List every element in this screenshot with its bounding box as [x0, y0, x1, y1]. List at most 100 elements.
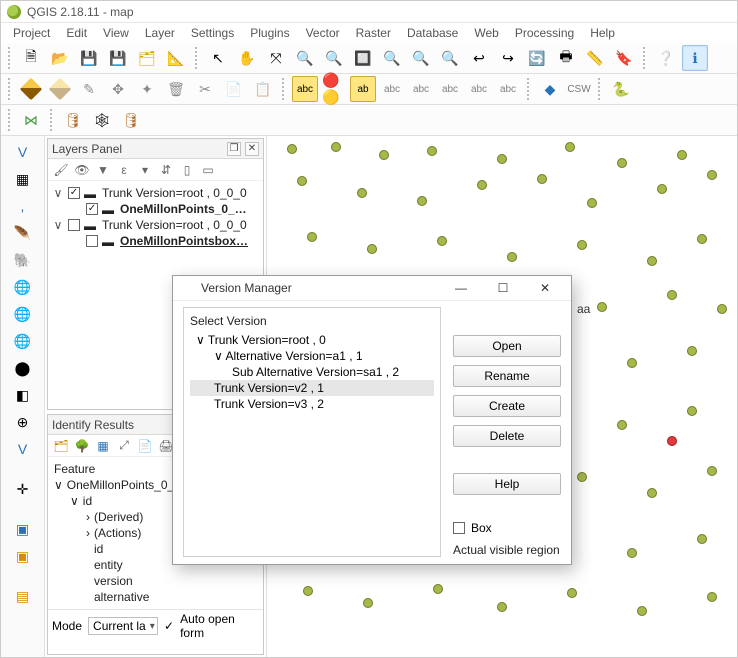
edit-toggle-icon[interactable] — [18, 76, 44, 102]
expand-icon[interactable]: › — [86, 510, 90, 524]
version-tree-row[interactable]: Trunk Version=v2 , 1 — [190, 380, 434, 396]
version-tree-row[interactable]: ∨ Trunk Version=root , 0 — [190, 332, 434, 348]
add-wms-icon[interactable]: 🌐 — [11, 275, 35, 299]
layer-tree-row[interactable]: ∨✓▬Trunk Version=root , 0_0_0 — [52, 185, 259, 201]
label-tool-icon[interactable]: abc — [379, 76, 405, 102]
filter-icon[interactable]: 👁 — [73, 161, 91, 179]
close-icon[interactable]: ✕ — [527, 276, 563, 300]
zoom-full-icon[interactable]: 🔍 — [379, 45, 405, 71]
delete-selected-icon[interactable]: 🗑 — [163, 76, 189, 102]
layer-visibility-checkbox[interactable]: ✓ — [86, 203, 98, 215]
move-feature-icon[interactable]: ✥ — [105, 76, 131, 102]
collapse-icon[interactable]: ∨ — [70, 494, 79, 508]
new-layer-icon[interactable]: 🗂 — [134, 45, 160, 71]
toolbar-grip-icon[interactable] — [527, 78, 531, 100]
label-tool3-icon[interactable]: abc — [437, 76, 463, 102]
add-spatialite-icon[interactable]: 🪶 — [11, 221, 35, 245]
layer-visibility-checkbox[interactable]: ✓ — [68, 187, 80, 199]
csw-icon[interactable]: CSW — [566, 76, 592, 102]
add-virtual-icon[interactable]: ⊕ — [11, 410, 35, 434]
rename-button[interactable]: Rename — [453, 365, 561, 387]
new-shapefile-icon[interactable]: V — [11, 437, 35, 461]
tree-graph-icon[interactable]: 🕸 — [89, 107, 115, 133]
open-button[interactable]: Open — [453, 335, 561, 357]
copy-icon[interactable]: 📄 — [221, 76, 247, 102]
label-tool2-icon[interactable]: abc — [408, 76, 434, 102]
mode-combobox[interactable]: Current la ▾ — [88, 617, 158, 635]
box-checkbox[interactable] — [453, 522, 465, 534]
toolbar-grip-icon[interactable] — [8, 78, 12, 100]
paste-icon[interactable]: 📋 — [250, 76, 276, 102]
menu-plugins[interactable]: Plugins — [244, 24, 295, 42]
plugin3-icon[interactable]: ▤ — [11, 584, 35, 608]
layer-tree-row[interactable]: ✓▬OneMillonPoints_0_… — [52, 201, 259, 217]
identify-actions[interactable]: (Actions) — [94, 526, 141, 540]
toolbar-grip-icon[interactable] — [195, 47, 199, 69]
identify-root[interactable]: OneMillonPoints_0_… — [67, 478, 186, 492]
bowtie-icon[interactable]: ⋈ — [18, 107, 44, 133]
delete-button[interactable]: Delete — [453, 425, 561, 447]
toolbar-grip-icon[interactable] — [643, 47, 647, 69]
collapse-icon[interactable]: ▯ — [178, 161, 196, 179]
python-console-icon[interactable]: 🐍 — [608, 76, 634, 102]
add-wfs-icon[interactable]: 🌐 — [11, 329, 35, 353]
print-icon[interactable]: 🖶 — [553, 45, 579, 71]
color-wheel-icon[interactable]: 🔴🟡 — [321, 76, 347, 102]
add-csv-icon[interactable]: , — [11, 194, 35, 218]
toolbar-grip-icon[interactable] — [50, 109, 54, 131]
db-sync-icon[interactable]: 🛢 — [118, 107, 144, 133]
menu-project[interactable]: Project — [7, 24, 56, 42]
node-tool-icon[interactable]: ✦ — [134, 76, 160, 102]
version-tree[interactable]: ∨ Trunk Version=root , 0∨ Alternative Ve… — [190, 332, 434, 412]
help-button[interactable]: Help — [453, 473, 561, 495]
version-tree-row[interactable]: Trunk Version=v3 , 2 — [190, 396, 434, 412]
open-project-icon[interactable]: 📂 — [47, 45, 73, 71]
refresh-icon[interactable]: 🔄 — [524, 45, 550, 71]
filter-legend-icon[interactable]: ▼ — [94, 161, 112, 179]
label-abc2-icon[interactable]: ab — [350, 76, 376, 102]
toolbar-grip-icon[interactable] — [598, 78, 602, 100]
db-icon[interactable]: 🛢 — [60, 107, 86, 133]
toolbar-grip-icon[interactable] — [282, 78, 286, 100]
add-mssql-icon[interactable]: ⬤ — [11, 356, 35, 380]
id-tool4-icon[interactable]: ⤢ — [115, 437, 133, 455]
add-raster-icon[interactable]: ▦ — [11, 167, 35, 191]
pointer-icon[interactable]: ↖ — [205, 45, 231, 71]
help-icon[interactable]: ❔ — [653, 45, 679, 71]
id-tool1-icon[interactable]: 🗂 — [52, 437, 70, 455]
zoom-native-icon[interactable]: 🔲 — [350, 45, 376, 71]
filter2-icon[interactable]: ⇵ — [157, 161, 175, 179]
expression-icon[interactable]: ε — [115, 161, 133, 179]
zoom-next-icon[interactable]: ↪ — [495, 45, 521, 71]
identify-field-row[interactable]: version — [54, 573, 257, 589]
undock-icon[interactable]: ❐ — [227, 142, 241, 156]
identify-field-row[interactable]: alternative — [54, 589, 257, 605]
zoom-out-icon[interactable]: 🔍 — [321, 45, 347, 71]
id-tool2-icon[interactable]: 🌳 — [73, 437, 91, 455]
toolbar-grip-icon[interactable] — [8, 47, 12, 69]
pan-icon[interactable]: ✋ — [234, 45, 260, 71]
layer-tree-row[interactable]: ∨▬Trunk Version=root , 0_0_0 — [52, 217, 259, 233]
cut-icon[interactable]: ✂ — [192, 76, 218, 102]
layer-visibility-checkbox[interactable] — [68, 219, 80, 231]
bookmark-icon[interactable]: 🔖 — [611, 45, 637, 71]
version-tree-row[interactable]: Sub Alternative Version=sa1 , 2 — [190, 364, 434, 380]
menu-processing[interactable]: Processing — [509, 24, 580, 42]
menu-layer[interactable]: Layer — [139, 24, 181, 42]
menu-help[interactable]: Help — [584, 24, 621, 42]
new-project-icon[interactable]: 🗎 — [18, 45, 44, 71]
menu-settings[interactable]: Settings — [185, 24, 240, 42]
toolbar-grip-icon[interactable] — [8, 109, 12, 131]
layers-tree[interactable]: ∨✓▬Trunk Version=root , 0_0_0✓▬OneMillon… — [48, 181, 263, 253]
identify-icon[interactable]: ℹ — [682, 45, 708, 71]
save-edits-icon[interactable] — [47, 76, 73, 102]
add-postgis-icon[interactable]: 🐘 — [11, 248, 35, 272]
zoom-in-icon[interactable]: 🔍 — [292, 45, 318, 71]
identify-derived[interactable]: (Derived) — [94, 510, 143, 524]
add-vector-icon[interactable]: V — [11, 140, 35, 164]
close-icon[interactable]: ✕ — [245, 142, 259, 156]
label-tool4-icon[interactable]: abc — [466, 76, 492, 102]
measure-icon[interactable]: 📏 — [582, 45, 608, 71]
add-oracle-icon[interactable]: ◧ — [11, 383, 35, 407]
save-icon[interactable]: 💾 — [76, 45, 102, 71]
